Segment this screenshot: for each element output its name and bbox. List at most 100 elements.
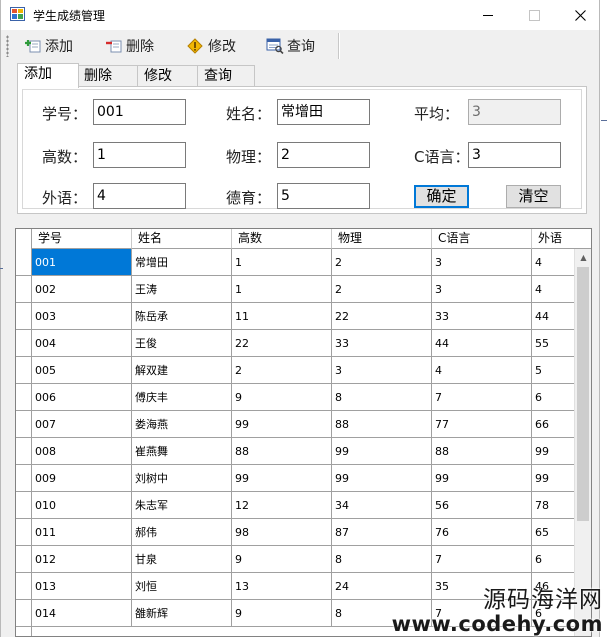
row-header[interactable] (16, 276, 32, 303)
scroll-up-icon[interactable]: ▲ (575, 249, 591, 266)
row-header[interactable] (16, 519, 32, 546)
table-cell-c-language[interactable]: 3 (432, 249, 532, 276)
row-header[interactable] (16, 384, 32, 411)
table-cell-physics[interactable]: 22 (332, 303, 432, 330)
column-header-c-language[interactable]: C语言 (432, 229, 532, 249)
column-header-name[interactable]: 姓名 (132, 229, 232, 249)
table-cell-name[interactable]: 娄海燕 (132, 411, 232, 438)
table-cell-id[interactable]: 004 (32, 330, 132, 357)
table-cell-math[interactable]: 98 (232, 519, 332, 546)
table-cell-c-language[interactable]: 4 (432, 357, 532, 384)
table-cell-c-language[interactable]: 88 (432, 438, 532, 465)
table-cell-name[interactable]: 雒新辉 (132, 600, 232, 627)
table-cell-physics[interactable]: 99 (332, 465, 432, 492)
table-cell-physics[interactable]: 99 (332, 438, 432, 465)
row-header[interactable] (16, 492, 32, 519)
table-cell-physics[interactable]: 34 (332, 492, 432, 519)
table-cell-math[interactable]: 9 (232, 546, 332, 573)
tab-delete[interactable]: 删除 (77, 65, 138, 86)
toolbar-edit-button[interactable]: 修改 (187, 34, 236, 58)
table-cell-id[interactable]: 003 (32, 303, 132, 330)
table-cell-physics[interactable]: 8 (332, 546, 432, 573)
table-cell-physics[interactable]: 88 (332, 411, 432, 438)
table-cell-id[interactable]: 013 (32, 573, 132, 600)
table-cell-name[interactable]: 郝伟 (132, 519, 232, 546)
table-cell-name[interactable]: 傅庆丰 (132, 384, 232, 411)
table-cell-id[interactable]: 002 (32, 276, 132, 303)
toolbar-grip[interactable] (6, 35, 9, 57)
table-cell-id[interactable]: 009 (32, 465, 132, 492)
column-header-math[interactable]: 高数 (232, 229, 332, 249)
english-input[interactable]: 4 (93, 183, 186, 209)
column-header-id[interactable]: 学号 (32, 229, 132, 249)
table-cell-id[interactable]: 014 (32, 600, 132, 627)
clear-button[interactable]: 清空 (506, 185, 561, 208)
toolbar-add-button[interactable]: 添加 (24, 34, 73, 58)
row-header[interactable] (16, 573, 32, 600)
table-cell-name[interactable]: 朱志军 (132, 492, 232, 519)
table-cell-name[interactable]: 陈岳承 (132, 303, 232, 330)
table-cell-physics[interactable]: 8 (332, 384, 432, 411)
table-cell-name[interactable]: 常增田 (132, 249, 232, 276)
c-language-input[interactable]: 3 (468, 142, 561, 168)
toolbar-search-button[interactable]: 查询 (266, 34, 315, 58)
maximize-button[interactable] (511, 0, 557, 30)
toolbar-delete-button[interactable]: 删除 (105, 34, 154, 58)
table-cell-c-language[interactable]: 33 (432, 303, 532, 330)
table-cell-math[interactable]: 88 (232, 438, 332, 465)
scores-grid[interactable]: 学号 姓名 高数 物理 C语言 外语 001 常增田 1 2 3 4 002 王涛 1 2 3 4 003 陈岳承 11… (15, 228, 592, 637)
table-cell-physics[interactable]: 3 (332, 357, 432, 384)
table-cell-math[interactable]: 2 (232, 357, 332, 384)
table-cell-c-language[interactable]: 99 (432, 465, 532, 492)
table-cell-physics[interactable]: 2 (332, 249, 432, 276)
table-cell-id[interactable]: 008 (32, 438, 132, 465)
table-cell-c-language[interactable]: 76 (432, 519, 532, 546)
table-cell-name[interactable]: 解双建 (132, 357, 232, 384)
minimize-button[interactable] (465, 0, 511, 30)
table-cell-physics[interactable]: 2 (332, 276, 432, 303)
row-header[interactable] (16, 438, 32, 465)
table-cell-id[interactable]: 005 (32, 357, 132, 384)
row-header[interactable] (16, 303, 32, 330)
table-cell-id[interactable]: 010 (32, 492, 132, 519)
table-cell-math[interactable]: 22 (232, 330, 332, 357)
tab-query[interactable]: 查询 (197, 65, 255, 86)
table-cell-id[interactable]: 007 (32, 411, 132, 438)
table-cell-c-language[interactable]: 3 (432, 276, 532, 303)
tab-add[interactable]: 添加 (17, 63, 79, 88)
table-cell-math[interactable]: 1 (232, 276, 332, 303)
row-header[interactable] (16, 357, 32, 384)
table-cell-name[interactable]: 刘恒 (132, 573, 232, 600)
table-cell-name[interactable]: 崔燕舞 (132, 438, 232, 465)
table-cell-math[interactable]: 12 (232, 492, 332, 519)
physics-input[interactable]: 2 (277, 142, 370, 168)
table-cell-physics[interactable]: 87 (332, 519, 432, 546)
column-header-physics[interactable]: 物理 (332, 229, 432, 249)
row-header[interactable] (16, 330, 32, 357)
table-cell-math[interactable]: 11 (232, 303, 332, 330)
close-button[interactable] (557, 0, 599, 30)
vertical-scrollbar[interactable]: ▲ (574, 249, 591, 636)
row-header[interactable] (16, 600, 32, 627)
title-bar[interactable]: 学生成绩管理 (1, 0, 599, 30)
table-cell-math[interactable]: 99 (232, 465, 332, 492)
table-cell-id[interactable]: 011 (32, 519, 132, 546)
scroll-thumb[interactable] (577, 267, 589, 521)
name-input[interactable]: 常增田 (277, 99, 370, 125)
id-input[interactable]: 001 (93, 99, 186, 125)
row-header[interactable] (16, 249, 32, 276)
table-cell-math[interactable]: 9 (232, 600, 332, 627)
table-cell-math[interactable]: 13 (232, 573, 332, 600)
moral-input[interactable]: 5 (277, 183, 370, 209)
table-cell-name[interactable]: 刘树中 (132, 465, 232, 492)
tab-edit[interactable]: 修改 (137, 65, 198, 86)
table-cell-name[interactable]: 甘泉 (132, 546, 232, 573)
table-cell-math[interactable]: 99 (232, 411, 332, 438)
math-input[interactable]: 1 (93, 142, 186, 168)
table-cell-id[interactable]: 012 (32, 546, 132, 573)
table-cell-c-language[interactable]: 7 (432, 384, 532, 411)
table-cell-math[interactable]: 1 (232, 249, 332, 276)
confirm-button[interactable]: 确定 (414, 185, 469, 208)
table-cell-math[interactable]: 9 (232, 384, 332, 411)
row-header[interactable] (16, 465, 32, 492)
